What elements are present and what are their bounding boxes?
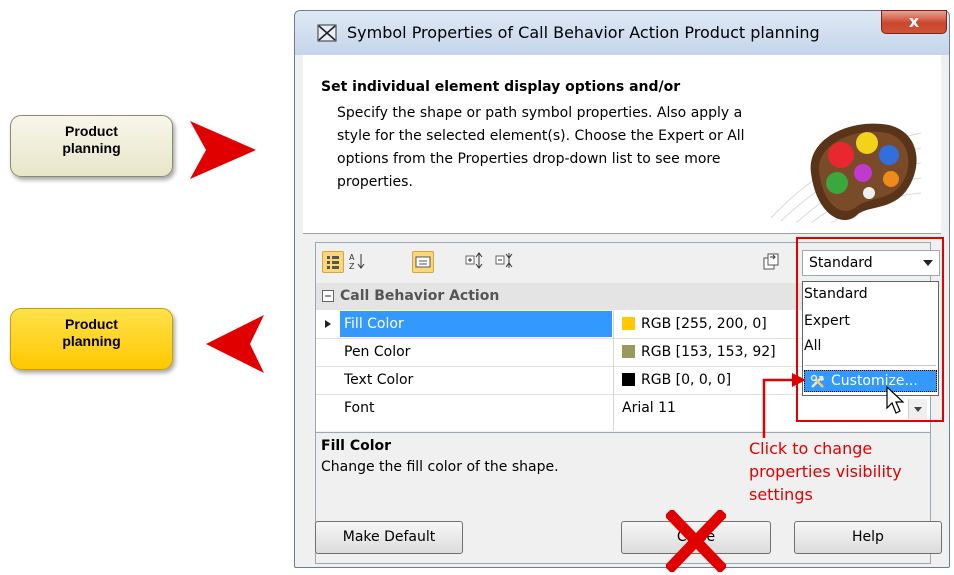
- annotation-line: Click to change: [749, 439, 873, 458]
- reset-icon: [763, 253, 779, 270]
- property-name: Fill Color: [344, 316, 404, 332]
- select-value: Standard: [809, 255, 873, 271]
- tools-icon: [810, 374, 824, 388]
- property-name: Font: [344, 400, 375, 416]
- current-row-icon: [325, 320, 331, 328]
- app-icon: [317, 24, 337, 42]
- collapse-all-icon: [495, 253, 513, 268]
- close-icon: x: [908, 12, 920, 31]
- symbol-label-line1: Product: [65, 316, 118, 332]
- column-divider: [613, 311, 614, 431]
- description-toggle-button[interactable]: [412, 251, 434, 273]
- action-symbol-after: Product planning: [10, 308, 173, 370]
- arrow-right-icon: [190, 121, 256, 179]
- help-button[interactable]: Help: [794, 521, 942, 554]
- header-panel: Set individual element display options a…: [303, 55, 941, 234]
- dialog-title: Symbol Properties of Call Behavior Actio…: [347, 23, 820, 42]
- svg-text:Z: Z: [349, 262, 355, 271]
- filter-dropdown-list: Standard Expert All Customize...: [802, 281, 939, 396]
- header-description: Specify the shape or path symbol propert…: [337, 105, 745, 190]
- categorized-icon: [327, 256, 339, 269]
- property-value[interactable]: RGB [0, 0, 0]: [622, 372, 731, 388]
- action-symbol-before: Product planning: [10, 115, 173, 177]
- mouse-cursor-icon: [886, 386, 905, 414]
- pen-color-swatch: [622, 345, 635, 358]
- collapse-icon[interactable]: [322, 290, 334, 302]
- fill-color-swatch: [622, 317, 635, 330]
- text-color-swatch: [622, 373, 635, 386]
- cross-mark-icon: [666, 510, 726, 572]
- arrow-left-icon: [206, 315, 264, 373]
- make-default-button[interactable]: Make Default: [315, 521, 463, 554]
- description-icon: [415, 256, 431, 268]
- palette-icon: [771, 123, 921, 223]
- property-name: Text Color: [344, 372, 414, 388]
- symbol-label-line2: planning: [62, 333, 121, 349]
- reset-properties-button[interactable]: [760, 251, 782, 273]
- separator: [805, 365, 936, 366]
- expand-all-icon: [465, 252, 483, 269]
- collapse-all-button[interactable]: [494, 251, 516, 273]
- property-value-text: RGB [255, 200, 0]: [641, 316, 767, 332]
- option-all[interactable]: All: [804, 338, 821, 354]
- property-value-text: RGB [153, 153, 92]: [641, 344, 776, 360]
- title-bar[interactable]: Symbol Properties of Call Behavior Actio…: [295, 10, 949, 55]
- property-value[interactable]: RGB [255, 200, 0]: [622, 316, 767, 332]
- close-window-button[interactable]: x: [881, 10, 947, 34]
- svg-text:A: A: [349, 253, 355, 262]
- description-title: Fill Color: [321, 438, 392, 454]
- selected-name-cell[interactable]: Fill Color: [340, 311, 612, 337]
- sort-alphabetical-button[interactable]: A Z: [346, 251, 368, 273]
- annotation-text: Click to change properties visibility se…: [749, 437, 939, 506]
- properties-filter-select[interactable]: Standard: [802, 250, 940, 276]
- symbol-label-line2: planning: [62, 140, 121, 156]
- categorized-view-button[interactable]: [322, 251, 344, 273]
- sort-az-icon: A Z: [349, 253, 365, 271]
- property-name: Pen Color: [344, 344, 411, 360]
- option-expert[interactable]: Expert: [804, 313, 850, 329]
- annotation-arrow-icon: [762, 373, 806, 438]
- header-title: Set individual element display options a…: [321, 79, 681, 95]
- property-value[interactable]: RGB [153, 153, 92]: [622, 344, 776, 360]
- property-value-text: RGB [0, 0, 0]: [641, 372, 732, 388]
- option-standard[interactable]: Standard: [804, 286, 868, 302]
- expand-all-button[interactable]: [464, 251, 486, 273]
- customize-option[interactable]: Customize...: [804, 370, 937, 392]
- annotation-line: settings: [749, 485, 813, 504]
- description-text: Change the fill color of the shape.: [321, 459, 559, 475]
- chevron-down-icon: [923, 260, 933, 266]
- property-value[interactable]: Arial 11: [622, 400, 676, 416]
- annotation-line: properties visibility: [749, 462, 902, 481]
- category-label: Call Behavior Action: [340, 288, 500, 304]
- symbol-label-line1: Product: [65, 123, 118, 139]
